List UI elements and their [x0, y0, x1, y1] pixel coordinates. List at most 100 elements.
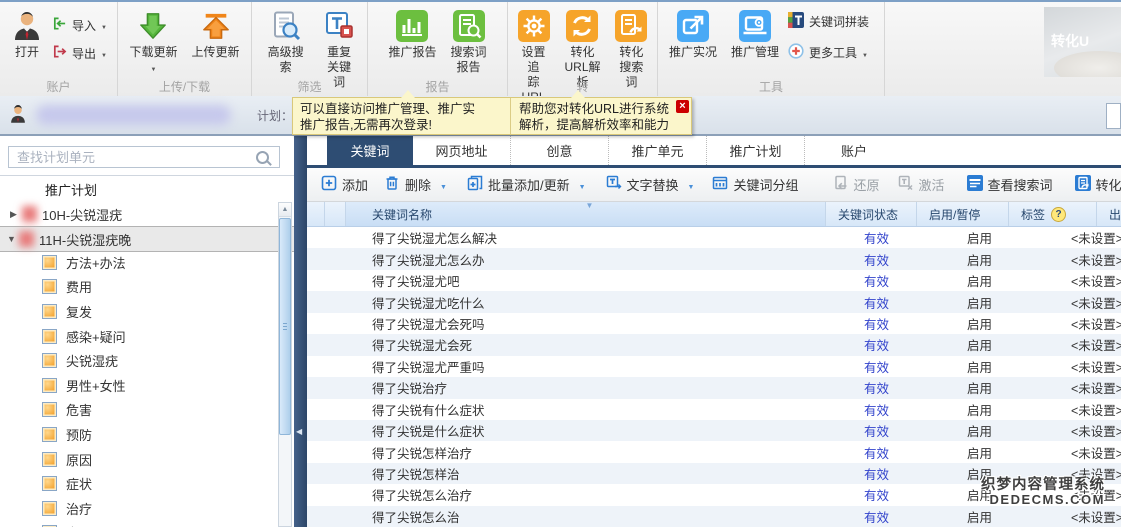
- keyword-group-icon: [712, 175, 728, 194]
- plan-filter-input[interactable]: [1106, 103, 1121, 129]
- refresh-arrows-icon: [566, 9, 598, 43]
- keyword-name-cell: 得了尖锐怎样治: [346, 464, 852, 483]
- view-search-terms-button[interactable]: 查看搜索词: [967, 175, 1053, 194]
- column-header-bid[interactable]: 出: [1097, 202, 1121, 226]
- keyword-table-row[interactable]: 得了尖锐怎样治疗 有效 启用 <未设置> 0.: [307, 441, 1121, 462]
- tree-unit-item[interactable]: 原因: [0, 447, 294, 472]
- entity-tab[interactable]: 推广单元: [609, 136, 707, 165]
- notice-tooltip: 可以直接访问推广管理、推广实 推广报告,无需再次登录! 帮助您对转化URL进行系…: [292, 97, 692, 135]
- expanded-triangle-icon[interactable]: [7, 234, 17, 244]
- keyword-table-row[interactable]: 得了尖锐湿尤严重吗 有效 启用 <未设置> 0.: [307, 356, 1121, 377]
- promotion-report-button[interactable]: 推广报告: [381, 6, 443, 63]
- tree-unit-item[interactable]: 费用: [0, 275, 294, 300]
- close-icon[interactable]: ×: [676, 100, 689, 113]
- tree-unit-item[interactable]: 复发: [0, 299, 294, 324]
- activate-icon: [898, 175, 914, 194]
- export-button[interactable]: 导出: [52, 44, 107, 62]
- plan-search-box[interactable]: [8, 146, 280, 168]
- conversion-search-icon: [1075, 175, 1091, 194]
- more-tools-caret[interactable]: [862, 46, 868, 60]
- keyword-table-row[interactable]: 得了尖锐有什么症状 有效 启用 <未设置> 0.: [307, 399, 1121, 420]
- promotion-live-button[interactable]: 推广实况: [662, 6, 724, 63]
- keyword-table-row[interactable]: 得了尖锐湿尤怎么解决 有效 启用 <未设置> 0.: [307, 227, 1121, 248]
- entity-tab[interactable]: 网页地址: [413, 136, 511, 165]
- upload-update-button[interactable]: 上传更新: [185, 6, 247, 63]
- sidebar-scrollbar[interactable]: ▲: [278, 202, 292, 527]
- keyword-table-row[interactable]: 得了尖锐治疗 有效 启用 <未设置> 0.: [307, 377, 1121, 398]
- tab-label: 推广单元: [631, 141, 683, 160]
- plan-filter-label: 计划：: [257, 107, 293, 124]
- search-icon[interactable]: [256, 151, 269, 164]
- entity-tab[interactable]: 账户: [805, 136, 903, 165]
- entity-tab[interactable]: 推广计划: [707, 136, 805, 165]
- restore-button-disabled[interactable]: 还原: [833, 175, 880, 194]
- open-button[interactable]: 打开: [4, 6, 50, 63]
- open-label: 打开: [15, 45, 39, 60]
- add-button[interactable]: 添加: [321, 175, 368, 194]
- entity-tab[interactable]: 关键词: [327, 136, 413, 165]
- keyword-table-row[interactable]: 得了尖锐怎么治 有效 启用 <未设置> 0.: [307, 506, 1121, 527]
- search-input[interactable]: [15, 149, 256, 166]
- activate-button-disabled[interactable]: 激活: [898, 175, 945, 194]
- keyword-table-row[interactable]: 得了尖锐湿尤会死 有效 启用 <未设置> 0.: [307, 334, 1121, 355]
- import-dropdown-caret[interactable]: [101, 18, 107, 32]
- conversion-url-promo-banner[interactable]: 转化U: [1044, 7, 1121, 77]
- window-top-edge: [0, 0, 1121, 2]
- watermark-line1: 织梦内容管理系统: [981, 477, 1105, 493]
- tree-plan-item-11h-selected[interactable]: 11H-尖锐湿疣晚: [0, 226, 294, 252]
- tree-unit-item[interactable]: 男性+女性: [0, 373, 294, 398]
- tab-label: 创意: [546, 141, 572, 160]
- tree-unit-item[interactable]: 治疗: [0, 496, 294, 521]
- text-replace-button[interactable]: 文字替换: [606, 175, 695, 194]
- column-header-keyword-name[interactable]: 关键词名称: [346, 202, 826, 226]
- promotion-manage-label: 推广管理: [731, 45, 779, 60]
- column-header-enable-pause[interactable]: 启用/暂停: [917, 202, 1009, 226]
- advanced-search-button[interactable]: 高级搜索: [256, 6, 315, 78]
- tag-cell: <未设置>: [1059, 271, 1121, 290]
- keyword-table-row[interactable]: 得了尖锐湿尤会死吗 有效 启用 <未设置> 0.: [307, 313, 1121, 334]
- batch-add-update-button[interactable]: 批量添加/更新: [467, 175, 586, 194]
- conversion-search-button[interactable]: 转化搜: [1075, 175, 1121, 194]
- tree-unit-item[interactable]: 中医: [0, 521, 294, 527]
- delete-dropdown-caret[interactable]: [436, 177, 447, 192]
- column-header-keyword-status[interactable]: 关键词状态: [826, 202, 917, 226]
- tree-unit-item[interactable]: 危害: [0, 398, 294, 423]
- column-header-tag[interactable]: 标签 ?: [1009, 202, 1097, 226]
- import-button[interactable]: 导入: [52, 16, 107, 34]
- keyword-assemble-button[interactable]: 关键词拼装: [788, 12, 869, 31]
- text-replace-dropdown-caret[interactable]: [684, 177, 695, 192]
- promotion-manage-button[interactable]: 推广管理: [724, 6, 786, 63]
- scroll-up-icon[interactable]: ▲: [279, 203, 291, 217]
- unit-label: 费用: [66, 277, 92, 296]
- tree-unit-item[interactable]: 尖锐湿疣: [0, 348, 294, 373]
- checkbox-column-header[interactable]: [325, 202, 346, 226]
- batch-dropdown-caret[interactable]: [575, 177, 586, 192]
- more-tools-button[interactable]: 更多工具: [788, 43, 869, 62]
- row-marker-column-header[interactable]: [307, 202, 325, 226]
- collapse-left-icon: [296, 427, 302, 436]
- tree-plan-item-10h[interactable]: 10H-尖锐湿疣: [0, 202, 294, 226]
- tree-unit-item[interactable]: 预防: [0, 422, 294, 447]
- search-term-report-button[interactable]: 搜索词 报告: [444, 6, 494, 78]
- tree-unit-item[interactable]: 症状: [0, 471, 294, 496]
- tree-unit-item[interactable]: 方法+办法: [0, 250, 294, 275]
- scrollbar-thumb[interactable]: [279, 218, 291, 435]
- help-icon[interactable]: ?: [1051, 207, 1066, 222]
- import-label: 导入: [72, 17, 96, 34]
- keyword-table-row[interactable]: 得了尖锐湿尤吧 有效 启用 <未设置> 0.: [307, 270, 1121, 291]
- sidebar-collapse-bar[interactable]: [294, 136, 307, 527]
- keyword-group-button[interactable]: 关键词分组: [712, 175, 798, 194]
- delete-button[interactable]: 删除: [384, 175, 447, 194]
- tree-unit-item[interactable]: 感染+疑问: [0, 324, 294, 349]
- search-term-report-label: 搜索词 报告: [451, 45, 487, 75]
- collapsed-triangle-icon[interactable]: [10, 209, 20, 220]
- export-dropdown-caret[interactable]: [101, 46, 107, 60]
- keyword-table-row[interactable]: 得了尖锐是什么症状 有效 启用 <未设置> 0.: [307, 420, 1121, 441]
- sort-desc-icon[interactable]: [586, 201, 594, 210]
- keyword-table-row[interactable]: 得了尖锐湿尤怎么办 有效 启用 <未设置> 0.: [307, 248, 1121, 269]
- keyword-table-row[interactable]: 得了尖锐湿尤吃什么 有效 启用 <未设置> 0.: [307, 291, 1121, 312]
- keyword-status-cell: 有效: [852, 507, 955, 526]
- download-update-button[interactable]: 下载更新: [122, 6, 184, 77]
- entity-tab[interactable]: 创意: [511, 136, 609, 165]
- download-update-caret[interactable]: [151, 60, 157, 74]
